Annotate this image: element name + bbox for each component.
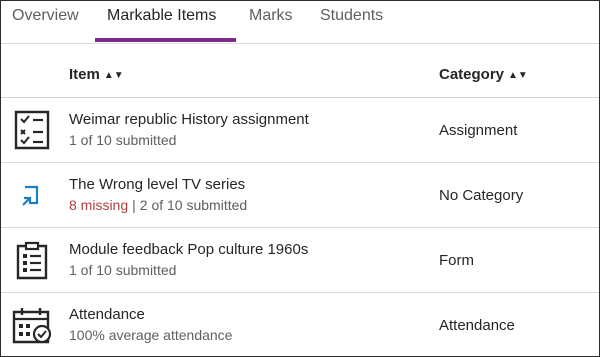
item-title[interactable]: Module feedback Pop culture 1960s: [69, 241, 308, 258]
item-category: Assignment: [439, 122, 518, 139]
sort-icon: ▲▼: [103, 70, 124, 81]
item-status: 1 of 10 submitted: [69, 262, 177, 278]
item-title[interactable]: Weimar republic History assignment: [69, 111, 309, 128]
tab-marks[interactable]: Marks: [249, 7, 293, 25]
missing-count: 8 missing: [69, 197, 129, 213]
item-status: 100% average attendance: [69, 327, 233, 343]
active-tab-indicator: [95, 38, 236, 42]
item-category: Attendance: [439, 317, 515, 334]
item-title[interactable]: Attendance: [69, 306, 145, 323]
tab-overview[interactable]: Overview: [12, 7, 79, 25]
calendar-check-icon: [11, 304, 53, 346]
clipboard-form-icon: [11, 239, 53, 281]
item-status: 2 of 10 submitted: [139, 197, 248, 213]
column-header-item[interactable]: Item ▲▼: [69, 66, 124, 83]
grades-panel: Overview Markable Items Marks Students I…: [0, 0, 600, 357]
column-header-category-label: Category: [439, 66, 505, 83]
column-header-item-label: Item: [69, 66, 100, 83]
table-row: Weimar republic History assignment 1 of …: [1, 98, 599, 163]
tab-markable-items[interactable]: Markable Items: [107, 7, 216, 25]
table-row: Attendance 100% average attendance Atten…: [1, 293, 599, 357]
table-header: Item ▲▼ Category ▲▼: [1, 44, 599, 98]
item-status-line: 8 missing | 2 of 10 submitted: [69, 197, 247, 213]
tab-bar: Overview Markable Items Marks Students: [1, 1, 599, 44]
item-title[interactable]: The Wrong level TV series: [69, 176, 245, 193]
item-category: Form: [439, 252, 474, 269]
column-header-category[interactable]: Category ▲▼: [439, 66, 528, 83]
external-link-blue-icon: [11, 174, 53, 216]
item-status: 1 of 10 submitted: [69, 132, 177, 148]
table-row: Module feedback Pop culture 1960s 1 of 1…: [1, 228, 599, 293]
table-row: The Wrong level TV series 8 missing | 2 of…: [1, 163, 599, 228]
sort-icon: ▲▼: [508, 70, 528, 81]
tab-students[interactable]: Students: [320, 7, 383, 25]
status-separator: |: [132, 197, 136, 213]
item-category: No Category: [439, 187, 524, 204]
checklist-document-icon: [11, 109, 53, 151]
